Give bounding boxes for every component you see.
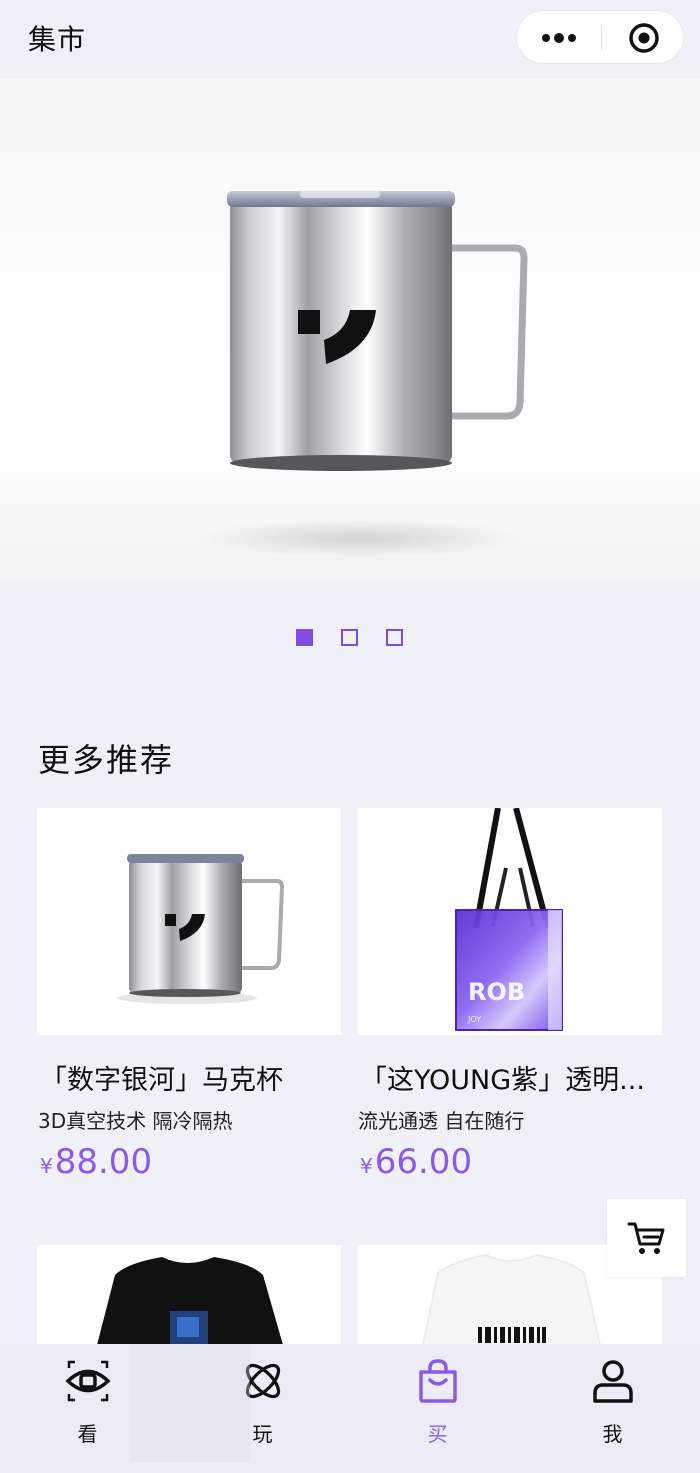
currency-symbol: ¥	[360, 1154, 373, 1178]
product-card-3[interactable]	[37, 1245, 341, 1355]
cart-button[interactable]	[607, 1199, 686, 1277]
carousel-dot-1[interactable]	[296, 629, 313, 646]
currency-symbol: ¥	[40, 1154, 53, 1178]
product-image-mug[interactable]	[37, 808, 341, 1035]
section-title: 更多推荐	[38, 741, 175, 779]
price-value: 88.00	[54, 1142, 153, 1182]
mug-image	[117, 854, 284, 1004]
tote-bag-image: ROB JOY	[455, 808, 563, 1031]
tab-label: 看	[77, 1422, 98, 1446]
shopping-cart-icon	[627, 1222, 664, 1254]
tab-label: 买	[427, 1422, 448, 1446]
product-price: ¥88.00	[40, 1142, 152, 1182]
tab-buy[interactable]: 买	[350, 1344, 525, 1473]
svg-text:JOY: JOY	[467, 1015, 481, 1024]
shopping-bag-icon	[418, 1359, 457, 1403]
eye-icon	[64, 1360, 111, 1402]
carousel-dot-3[interactable]	[386, 629, 403, 646]
product-price: ¥66.00	[360, 1142, 472, 1182]
carousel-dot-2[interactable]	[341, 629, 358, 646]
product-desc: 流光通透 自在随行	[358, 1109, 525, 1133]
page-title: 集市	[28, 23, 87, 56]
more-button[interactable]	[517, 11, 601, 65]
price-value: 66.00	[374, 1142, 473, 1182]
product-name: 「数字银河」马克杯	[40, 1065, 283, 1096]
more-dots-icon	[542, 33, 576, 43]
svg-text:ROB: ROB	[468, 978, 525, 1006]
overlay-placeholder	[130, 1344, 250, 1462]
user-icon	[592, 1360, 633, 1403]
tab-label: 我	[602, 1422, 623, 1446]
target-close-icon	[628, 23, 659, 53]
product-desc: 3D真空技术 隔冷隔热	[38, 1109, 233, 1133]
tab-label: 玩	[252, 1422, 273, 1446]
top-bar: 集市	[0, 0, 700, 76]
banner-mug-image	[227, 191, 528, 471]
bottom-tab-bar: 看 玩 买 我	[0, 1344, 700, 1473]
black-tshirt-image	[97, 1257, 283, 1345]
close-button[interactable]	[602, 11, 685, 65]
product-name: 「这YOUNG紫」透明...	[360, 1065, 645, 1096]
banner-carousel[interactable]	[0, 78, 700, 578]
mini-program-capsule	[516, 10, 684, 64]
tab-me[interactable]: 我	[525, 1344, 700, 1473]
product-image-bag[interactable]: ROB JOY	[358, 808, 662, 1035]
carousel-indicators	[296, 629, 403, 647]
